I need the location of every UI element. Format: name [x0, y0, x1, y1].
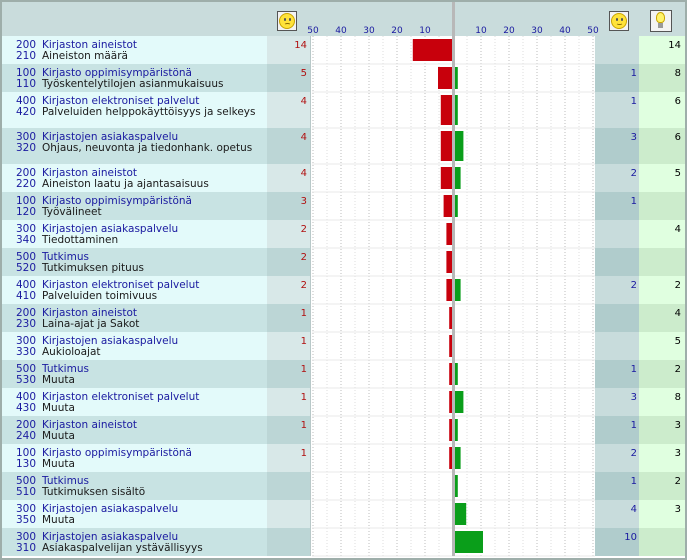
positive-bar [455, 503, 467, 525]
negative-bar [412, 39, 452, 61]
negative-bar [449, 307, 452, 329]
positive-bar [455, 67, 458, 89]
negative-bar [449, 363, 452, 385]
positive-bar [455, 195, 458, 217]
positive-bar [455, 419, 458, 441]
negative-bar [449, 335, 452, 357]
positive-bar [455, 391, 464, 413]
negative-bar [449, 447, 452, 469]
positive-bar [455, 447, 461, 469]
positive-bar [455, 95, 458, 125]
negative-bar [443, 195, 452, 217]
zero-axis [452, 2, 455, 556]
negative-bar [440, 95, 452, 125]
negative-bar [446, 279, 452, 301]
negative-bar [438, 67, 452, 89]
negative-bar [449, 419, 452, 441]
positive-bar [455, 279, 461, 301]
negative-bar [449, 391, 452, 413]
negative-bar [440, 167, 452, 189]
chart-frame: 50 40 30 20 10 10 20 30 40 50 200 Kirjaston aineis… [0, 0, 687, 560]
positive-bar [455, 531, 483, 553]
positive-bar [455, 167, 461, 189]
negative-bar [440, 131, 452, 161]
chart-plot [312, 2, 595, 557]
negative-bar [446, 223, 452, 245]
positive-bar [455, 131, 464, 161]
positive-bar [455, 475, 458, 497]
positive-bar [455, 363, 458, 385]
negative-bar [446, 251, 452, 273]
